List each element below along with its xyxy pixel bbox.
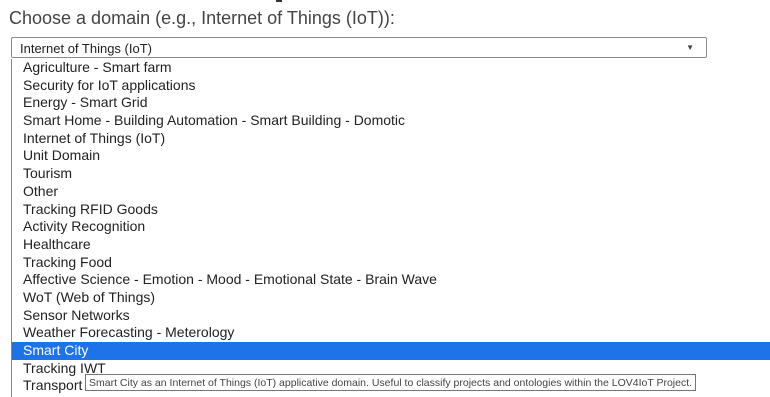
domain-option[interactable]: Internet of Things (IoT): [12, 130, 770, 148]
option-tooltip: Smart City as an Internet of Things (IoT…: [85, 374, 697, 391]
chevron-down-icon[interactable]: ▼: [686, 43, 694, 52]
domain-option[interactable]: Affective Science - Emotion - Mood - Emo…: [12, 271, 770, 289]
domain-option[interactable]: Smart Home - Building Automation - Smart…: [12, 112, 770, 130]
domain-option[interactable]: WoT (Web of Things): [12, 289, 770, 307]
domain-option[interactable]: Activity Recognition: [12, 218, 770, 236]
domain-option[interactable]: Security for IoT applications: [12, 77, 770, 95]
domain-option[interactable]: Tourism: [12, 165, 770, 183]
domain-option[interactable]: Weather Forecasting - Meterology: [12, 324, 770, 342]
domain-select-value: Internet of Things (IoT): [20, 41, 152, 56]
domain-select[interactable]: Internet of Things (IoT) ▼: [11, 37, 707, 58]
domain-option[interactable]: Smart City: [12, 342, 770, 360]
domain-options-list[interactable]: Agriculture - Smart farm Security for IoT…: [11, 59, 770, 397]
domain-option[interactable]: Sensor Networks: [12, 307, 770, 325]
domain-prompt-label: Choose a domain (e.g., Internet of Thing…: [9, 8, 395, 28]
domain-option[interactable]: Agriculture - Smart farm: [12, 59, 770, 77]
domain-option[interactable]: Tracking RFID Goods: [12, 201, 770, 219]
domain-option[interactable]: Tracking Food: [12, 254, 770, 272]
page: Choose a domain (e.g., Internet of Thing…: [0, 0, 770, 397]
divider-mark: [276, 0, 282, 2]
domain-option[interactable]: Energy - Smart Grid: [12, 94, 770, 112]
domain-option[interactable]: Unit Domain: [12, 147, 770, 165]
domain-option[interactable]: Healthcare: [12, 236, 770, 254]
domain-option[interactable]: Other: [12, 183, 770, 201]
